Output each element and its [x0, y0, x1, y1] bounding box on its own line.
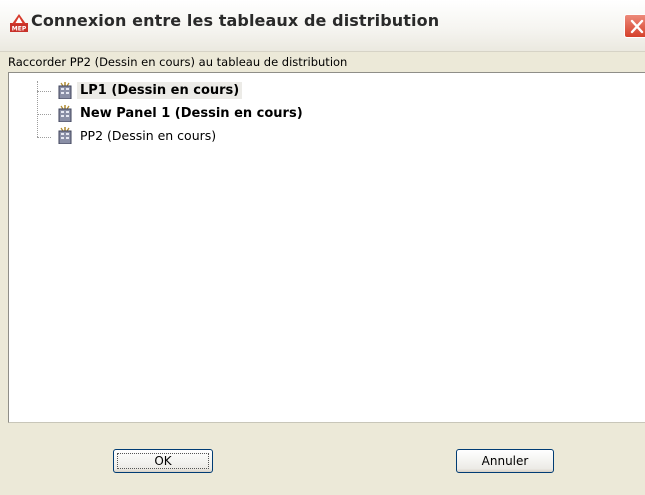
ok-button[interactable]: OK: [113, 449, 213, 473]
tree-node-label: New Panel 1 (Dessin en cours): [80, 106, 303, 121]
cancel-button[interactable]: Annuler: [456, 449, 554, 473]
close-icon: [630, 19, 644, 34]
electrical-panel-icon: [58, 105, 72, 123]
window-title: Connexion entre les tableaux de distribu…: [31, 11, 440, 30]
electrical-panel-icon: [58, 127, 72, 145]
cancel-button-label: Annuler: [481, 454, 529, 468]
close-button[interactable]: [624, 14, 645, 38]
svg-text:MEP: MEP: [12, 26, 27, 33]
dialog-window: MEP Connexion entre les tableaux de dist…: [0, 0, 645, 495]
tree-connector-line: [37, 81, 38, 137]
tree-connector-line: [37, 91, 51, 92]
tree-connector-line: [37, 114, 51, 115]
instruction-label: Raccorder PP2 (Dessin en cours) au table…: [8, 55, 348, 69]
panel-tree-view[interactable]: [8, 72, 645, 423]
tree-connector-line: [37, 137, 51, 138]
electrical-panel-icon: [58, 82, 72, 100]
autocad-mep-icon: MEP: [10, 14, 28, 33]
tree-node-label: PP2 (Dessin en cours): [80, 128, 217, 143]
tree-node-label: LP1 (Dessin en cours): [77, 82, 243, 99]
ok-button-label: OK: [154, 454, 172, 468]
title-bar[interactable]: MEP Connexion entre les tableaux de dist…: [0, 0, 645, 52]
